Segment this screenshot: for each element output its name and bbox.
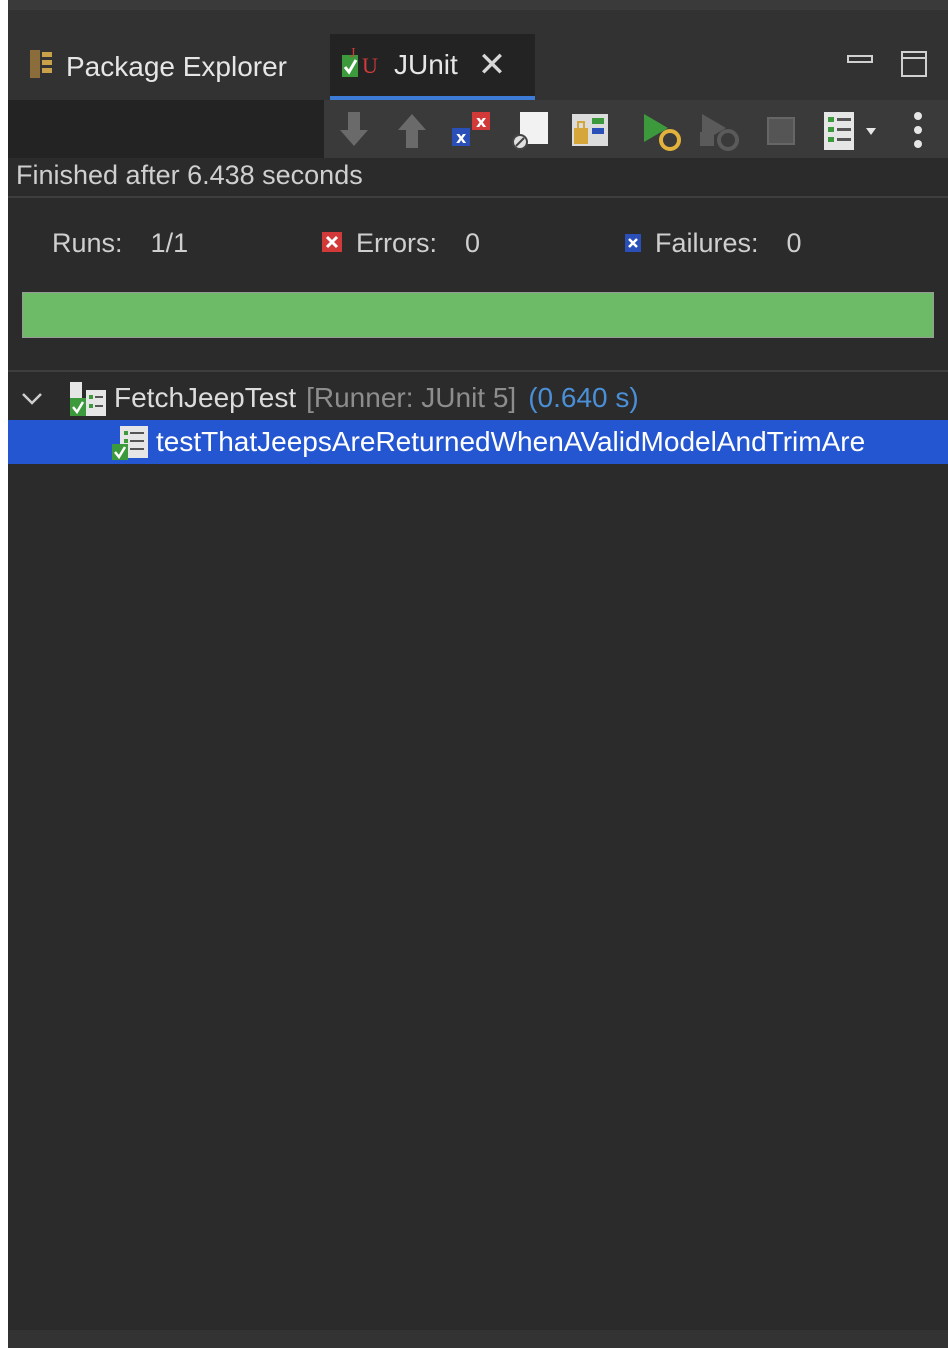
- svg-text:J: J: [350, 46, 356, 61]
- tab-junit[interactable]: U J JUnit ✕: [330, 34, 535, 100]
- failure-icon: [625, 228, 641, 259]
- junit-icon: U J: [340, 45, 382, 86]
- suite-name: FetchJeepTest: [114, 382, 297, 413]
- scroll-lock-icon[interactable]: [510, 110, 552, 155]
- window-top-strip: [0, 0, 948, 10]
- failures-value: 0: [786, 228, 802, 258]
- test-passed-icon: [110, 424, 150, 464]
- progress-fill: [23, 293, 933, 337]
- bottom-panel-edge: [8, 1330, 948, 1348]
- svg-text:U: U: [362, 53, 378, 78]
- view-tab-bar: Package Explorer U J JUnit ✕: [8, 10, 948, 100]
- suite-time: (0.640 s): [528, 382, 639, 413]
- chevron-down-icon[interactable]: [20, 386, 44, 418]
- rerun-failed-icon[interactable]: [696, 110, 742, 157]
- suite-runner: [Runner: JUnit 5]: [306, 382, 517, 413]
- errors-label: Errors:: [356, 228, 437, 258]
- failures-label: Failures:: [655, 228, 759, 258]
- rerun-icon[interactable]: [638, 110, 684, 157]
- errors-value: 0: [465, 228, 481, 258]
- package-explorer-icon: [28, 48, 54, 87]
- layout-menu-icon[interactable]: [820, 110, 886, 157]
- arrow-down-icon[interactable]: [336, 110, 372, 155]
- divider: [8, 370, 948, 372]
- window-left-edge: [0, 0, 8, 1348]
- svg-text:x: x: [476, 112, 487, 131]
- junit-toolbar: x x: [324, 100, 948, 158]
- tree-row-suite[interactable]: FetchJeepTest [Runner: JUnit 5] (0.640 s): [8, 376, 948, 420]
- tab-junit-label: JUnit: [394, 49, 458, 80]
- maximize-icon[interactable]: [900, 50, 928, 83]
- arrow-up-icon[interactable]: [394, 110, 430, 155]
- test-progress-bar: [22, 292, 934, 338]
- failures-only-icon[interactable]: x x: [450, 110, 494, 155]
- divider: [8, 196, 948, 198]
- kebab-menu-icon[interactable]: [908, 110, 928, 157]
- toolbar-spacer: [8, 100, 324, 158]
- minimize-icon[interactable]: [846, 50, 874, 83]
- suite-label: FetchJeepTest [Runner: JUnit 5] (0.640 s): [114, 382, 639, 414]
- runs-value: 1/1: [150, 228, 189, 258]
- error-icon: [322, 228, 342, 259]
- finished-status: Finished after 6.438 seconds: [16, 160, 363, 190]
- tree-row-test[interactable]: testThatJeepsAreReturnedWhenAValidModelA…: [8, 420, 948, 464]
- errors-counter: Errors: 0: [322, 228, 480, 259]
- svg-text:x: x: [456, 128, 467, 147]
- tab-package-explorer-label: Package Explorer: [66, 51, 288, 82]
- tab-package-explorer[interactable]: Package Explorer: [28, 34, 287, 100]
- runs-counter: Runs: 1/1: [52, 228, 188, 259]
- test-name: testThatJeepsAreReturnedWhenAValidModelA…: [156, 426, 866, 457]
- runs-label: Runs:: [52, 228, 123, 258]
- close-icon[interactable]: ✕: [478, 48, 507, 82]
- history-icon[interactable]: [570, 110, 612, 155]
- test-suite-icon: [68, 380, 108, 420]
- stop-icon[interactable]: [764, 110, 800, 155]
- failures-counter: Failures: 0: [625, 228, 802, 259]
